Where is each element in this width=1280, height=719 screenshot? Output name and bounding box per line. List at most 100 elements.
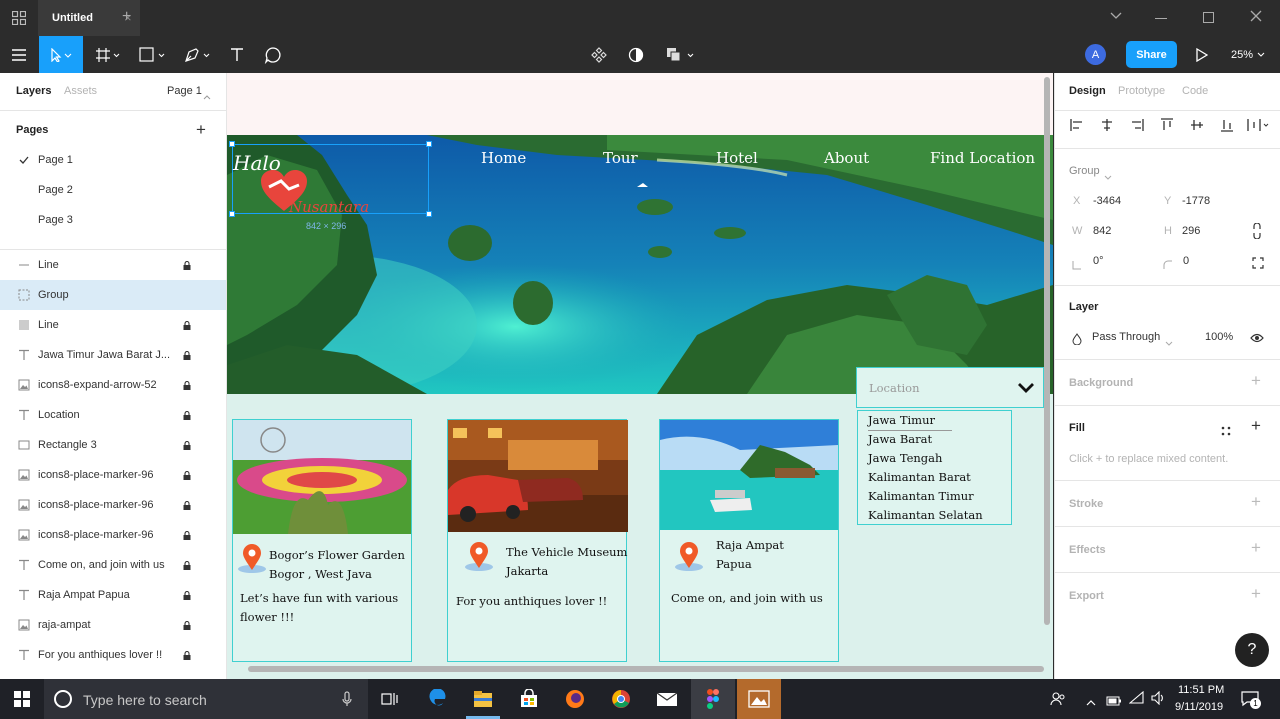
edge-browser-icon[interactable] [428,688,448,709]
tray-chevron-up-icon[interactable] [1086,694,1096,706]
layer-row[interactable]: Come on, and join with us [0,550,226,580]
text-tool-button[interactable] [224,36,250,73]
group-label[interactable]: Group [1069,165,1100,177]
constrain-proportions-icon[interactable] [1252,222,1262,240]
lock-icon[interactable] [183,650,191,660]
rotation-field[interactable]: 0° [1093,255,1104,267]
volume-icon[interactable] [1151,690,1167,706]
action-center-icon[interactable]: 1 [1241,690,1261,709]
frame-tool-button[interactable] [88,36,128,73]
lock-icon[interactable] [183,620,191,630]
chevron-up-icon[interactable] [203,87,211,100]
share-button[interactable]: Share [1126,41,1177,68]
location-option[interactable]: Jawa Barat [868,432,932,446]
clock-date[interactable]: 9/11/2019 [1175,701,1223,713]
align-center-h-icon[interactable] [1100,118,1114,132]
nav-find-location[interactable]: Find Location [930,149,1035,167]
align-left-icon[interactable] [1070,118,1084,132]
tab-prototype[interactable]: Prototype [1118,85,1165,97]
chevron-down-icon[interactable] [1165,334,1173,346]
move-tool-button[interactable] [39,36,83,73]
lock-icon[interactable] [183,590,191,600]
style-grid-icon[interactable] [1221,423,1231,436]
lock-icon[interactable] [183,260,191,270]
nav-about[interactable]: About [824,149,869,167]
layer-row[interactable]: icons8-expand-arrow-52 [0,370,226,400]
lock-icon[interactable] [183,440,191,450]
file-explorer-icon[interactable] [473,689,493,709]
y-field[interactable]: -1778 [1182,195,1210,207]
blend-mode-select[interactable]: Pass Through [1092,331,1160,343]
home-grid-icon[interactable] [11,10,27,26]
eye-icon[interactable] [1250,331,1264,343]
clock-time[interactable]: 11:51 PM [1178,684,1224,696]
location-option[interactable]: Kalimantan Timur [868,489,974,503]
taskbar-search-box[interactable]: Type here to search [44,679,368,719]
tab-code[interactable]: Code [1182,85,1208,97]
people-icon[interactable] [1050,692,1066,706]
user-avatar[interactable]: A [1085,44,1106,65]
selection-handle[interactable] [229,211,235,217]
selection-handle[interactable] [426,141,432,147]
h-field[interactable]: 296 [1182,225,1200,237]
help-button[interactable]: ? [1235,633,1269,667]
location-option[interactable]: Jawa Timur [868,413,935,427]
lock-icon[interactable] [183,560,191,570]
destination-card[interactable]: Raja Ampat Papua Come on, and join with … [659,419,839,662]
components-icon[interactable] [588,36,610,73]
align-right-icon[interactable] [1130,118,1144,132]
layer-row[interactable]: Rectangle 3 [0,430,226,460]
wifi-icon[interactable] [1128,690,1145,705]
align-center-v-icon[interactable] [1190,118,1204,132]
destination-card[interactable]: Bogor’s Flower Garden Bogor , West Java … [232,419,412,662]
expand-arrow-icon[interactable] [1017,381,1035,395]
layer-row[interactable]: icons8-place-marker-96 [0,490,226,520]
mask-icon[interactable] [625,36,647,73]
add-page-plus-icon[interactable]: + [196,120,206,140]
x-field[interactable]: -3464 [1093,195,1121,207]
layer-row[interactable]: For you anthiques lover !! [0,640,226,670]
lock-icon[interactable] [183,530,191,540]
layer-row[interactable]: icons8-place-marker-96 [0,460,226,490]
layer-row[interactable]: Raja Ampat Papua [0,580,226,610]
store-icon[interactable] [519,688,539,709]
new-tab-plus-icon[interactable]: + [122,8,131,26]
pen-tool-button[interactable] [178,36,218,73]
location-select[interactable]: Location [856,367,1044,408]
align-top-icon[interactable] [1160,118,1174,132]
chrome-icon[interactable] [611,689,631,709]
layer-row[interactable]: Group [0,280,226,310]
lock-icon[interactable] [183,500,191,510]
design-canvas[interactable]: Halo Nusantara 842 × 296 Home Tour Hotel… [227,73,1053,679]
page-item-1[interactable]: Page 1 [0,145,226,175]
page-selector[interactable]: Page 1 [167,85,202,97]
nav-hotel[interactable]: Hotel [716,149,758,167]
boolean-ops-icon[interactable] [664,36,698,73]
w-field[interactable]: 842 [1093,225,1111,237]
microphone-icon[interactable] [342,691,352,707]
selection-handle[interactable] [426,211,432,217]
close-window-icon[interactable] [1249,9,1263,23]
add-fill-plus-icon[interactable]: + [1251,416,1261,436]
present-play-icon[interactable] [1193,36,1211,73]
horizontal-scrollbar[interactable] [248,666,1044,672]
mail-icon[interactable] [656,690,678,708]
zoom-dropdown[interactable]: 25% [1228,36,1270,73]
location-option[interactable]: Jawa Tengah [868,451,942,465]
maximize-icon[interactable] [1203,12,1214,23]
layer-row[interactable]: Jawa Timur Jawa Barat J... [0,340,226,370]
page-item-2[interactable]: Page 2 [0,175,226,205]
nav-tour[interactable]: Tour [603,149,638,167]
vertical-scrollbar[interactable] [1044,77,1050,625]
tab-design[interactable]: Design [1069,85,1106,97]
add-effect-plus-icon[interactable]: + [1251,538,1261,558]
minimize-icon[interactable] [1155,18,1167,19]
tab-layers[interactable]: Layers [16,85,51,97]
layer-row[interactable]: icons8-place-marker-96 [0,520,226,550]
main-menu-icon[interactable] [0,36,38,73]
nav-home[interactable]: Home [481,149,526,167]
page-item-3[interactable]: Page 3 [0,205,226,235]
distribute-icon[interactable] [1247,118,1269,132]
layer-row[interactable]: Line [0,250,226,280]
tab-assets[interactable]: Assets [64,85,97,97]
